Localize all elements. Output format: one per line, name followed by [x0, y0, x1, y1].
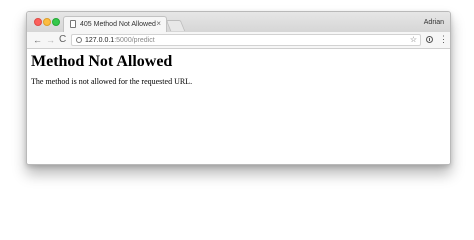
tab-strip: 405 Method Not Allowed × Adrian	[27, 12, 450, 32]
new-tab-button[interactable]	[165, 20, 186, 31]
url-path: :5000/predict	[114, 37, 155, 44]
page-icon	[70, 20, 76, 28]
close-window-button[interactable]	[34, 18, 42, 26]
page-message: The method is not allowed for the reques…	[31, 77, 193, 86]
bookmark-star-icon[interactable]: ☆	[410, 35, 417, 45]
forward-arrow-icon[interactable]: →	[46, 35, 55, 45]
url-text[interactable]: 127.0.0.1:5000/predict	[85, 36, 155, 45]
tab-close-icon[interactable]: ×	[156, 19, 161, 29]
profile-name[interactable]: Adrian	[424, 18, 444, 27]
info-icon[interactable]	[76, 37, 82, 43]
url-host: 127.0.0.1	[85, 37, 115, 44]
extension-icon[interactable]	[426, 36, 433, 43]
reload-icon[interactable]: C	[59, 35, 66, 45]
page-heading: Method Not Allowed	[31, 53, 173, 70]
page-content: Method Not Allowed The method is not all…	[27, 49, 450, 164]
toolbar: ← → C 127.0.0.1:5000/predict ☆ ⋮	[27, 32, 450, 49]
address-bar[interactable]: 127.0.0.1:5000/predict ☆	[71, 34, 421, 46]
tab-active[interactable]: 405 Method Not Allowed ×	[63, 16, 167, 32]
tab-title: 405 Method Not Allowed	[80, 21, 156, 28]
menu-icon[interactable]: ⋮	[439, 34, 448, 45]
back-arrow-icon[interactable]: ←	[33, 35, 42, 45]
browser-window: 405 Method Not Allowed × Adrian ← → C 12…	[26, 11, 451, 165]
minimize-window-button[interactable]	[43, 18, 51, 26]
maximize-window-button[interactable]	[52, 18, 60, 26]
